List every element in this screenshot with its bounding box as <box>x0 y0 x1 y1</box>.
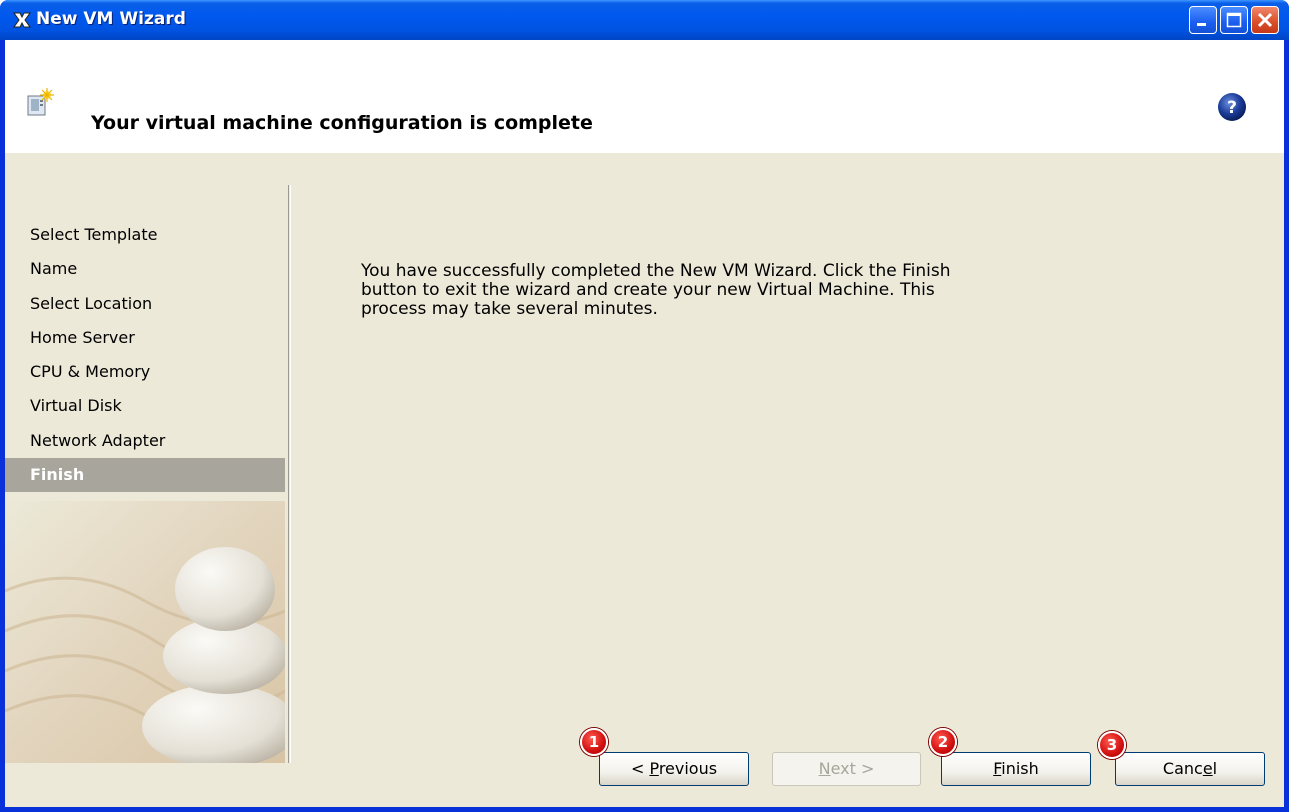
message-line: process may take several minutes. <box>361 299 658 319</box>
svg-text:?: ? <box>1227 98 1237 118</box>
xen-app-icon <box>13 12 31 28</box>
step-network-adapter: Network Adapter <box>30 430 166 450</box>
cancel-button[interactable]: Cancel <box>1115 752 1265 786</box>
help-icon[interactable]: ? <box>1217 92 1247 122</box>
finish-button[interactable]: Finish <box>941 752 1091 786</box>
callout-badge-2: 2 <box>929 728 957 756</box>
callout-badge-3: 3 <box>1098 731 1126 759</box>
step-select-location: Select Location <box>30 293 153 313</box>
wizard-steps-nav: Select Template Name Select Location Hom… <box>5 218 285 493</box>
minimize-icon <box>1197 23 1206 26</box>
button-text: inish <box>1001 759 1039 778</box>
stones-image <box>5 501 285 763</box>
message-line: You have successfully completed the New … <box>361 261 951 281</box>
step-finish: Finish <box>5 458 285 493</box>
accelerator-key: e <box>1202 759 1213 778</box>
step-virtual-disk: Virtual Disk <box>30 396 122 416</box>
previous-button[interactable]: < Previous <box>599 752 749 786</box>
next-button[interactable]: Next > <box>772 752 921 786</box>
step-home-server: Home Server <box>30 327 135 347</box>
sidebar-divider <box>288 185 291 763</box>
message-line: button to exit the wizard and create you… <box>361 280 935 300</box>
wizard-window: New VM Wizard Your virtual machine confi… <box>0 0 1289 812</box>
step-name: Name <box>30 259 78 279</box>
button-text: < <box>630 759 650 778</box>
button-text: ext > <box>830 759 875 778</box>
callout-badge-1: 1 <box>580 728 608 756</box>
page-title: Your virtual machine configuration is co… <box>91 112 593 134</box>
close-icon <box>1257 12 1273 28</box>
window-title: New VM Wizard <box>36 9 186 29</box>
button-text: Canc <box>1162 759 1203 778</box>
button-text: revious <box>658 759 718 778</box>
title-bar[interactable]: New VM Wizard <box>0 0 1289 40</box>
step-select-template: Select Template <box>30 225 158 244</box>
accelerator-key: N <box>818 759 831 778</box>
step-cpu-memory: CPU & Memory <box>30 362 151 382</box>
maximize-button[interactable] <box>1220 6 1248 34</box>
accelerator-key: P <box>649 759 659 778</box>
close-button[interactable] <box>1251 6 1279 34</box>
minimize-button[interactable] <box>1189 6 1217 34</box>
completion-message: You have successfully completed the New … <box>361 262 1131 319</box>
wizard-header: Your virtual machine configuration is co… <box>5 40 1284 153</box>
new-vm-icon <box>27 88 54 116</box>
button-text: l <box>1212 759 1218 778</box>
wizard-client-area: Your virtual machine configuration is co… <box>5 40 1284 807</box>
maximize-icon <box>1226 12 1242 28</box>
